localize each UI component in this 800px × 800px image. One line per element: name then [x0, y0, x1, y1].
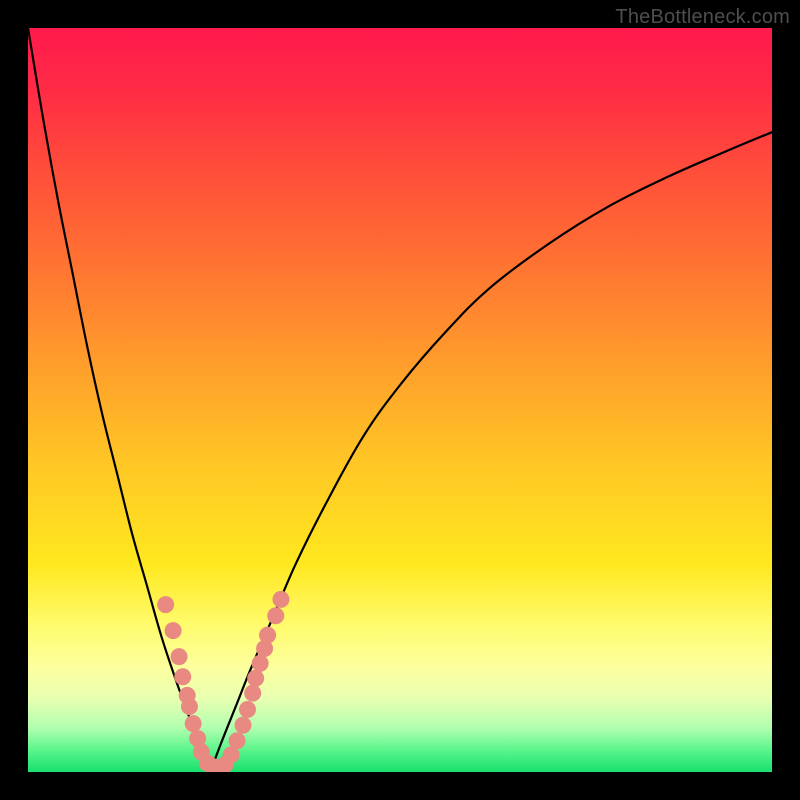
curve-overlay — [28, 28, 772, 772]
marker-bead — [247, 670, 264, 687]
marker-bead — [171, 648, 188, 665]
chart-frame: TheBottleneck.com — [0, 0, 800, 800]
watermark-text: TheBottleneck.com — [615, 6, 790, 29]
marker-bead — [267, 607, 284, 624]
marker-bead — [259, 627, 276, 644]
marker-bead — [244, 685, 261, 702]
marker-bead — [239, 701, 256, 718]
marker-bead — [185, 715, 202, 732]
marker-bead — [174, 668, 191, 685]
curve-right-branch — [210, 132, 772, 772]
marker-bead — [252, 655, 269, 672]
marker-beads — [157, 591, 289, 772]
marker-bead — [235, 717, 252, 734]
plot-area — [28, 28, 772, 772]
marker-bead — [165, 622, 182, 639]
marker-bead — [229, 732, 246, 749]
marker-bead — [157, 596, 174, 613]
marker-bead — [181, 698, 198, 715]
marker-bead — [272, 591, 289, 608]
